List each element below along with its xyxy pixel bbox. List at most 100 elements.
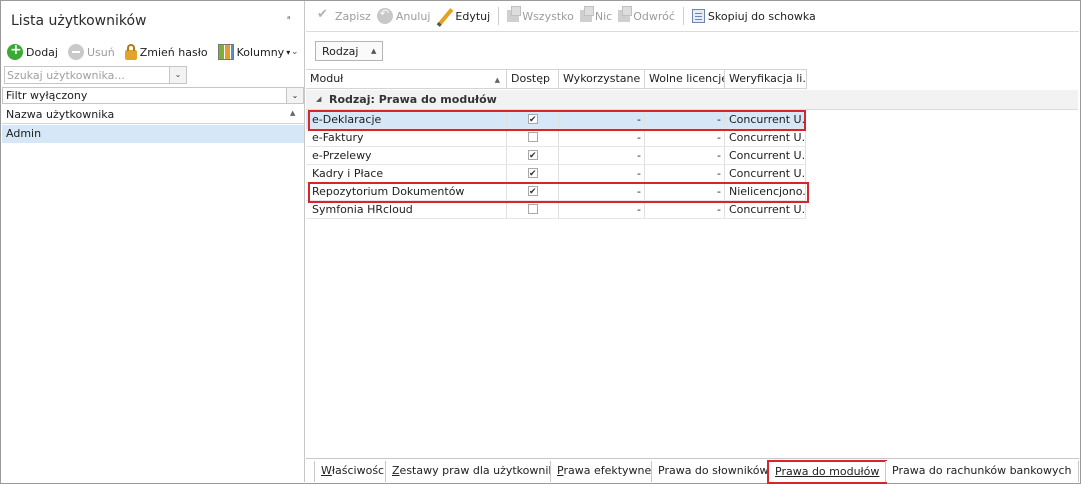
verification-cell: Nielicencjono... bbox=[725, 183, 806, 200]
module-cell: Symfonia HRcloud bbox=[306, 201, 507, 218]
invert-selection-button[interactable]: Odwróć bbox=[618, 6, 675, 23]
delete-user-button[interactable]: Usuń bbox=[67, 44, 115, 60]
change-password-button[interactable]: Zmień hasło bbox=[124, 44, 208, 60]
user-toolbar: Dodaj Usuń Zmień hasło Kolumny ▾ bbox=[7, 42, 300, 62]
used-cell: - bbox=[559, 183, 645, 200]
filter-select[interactable]: Filtr wyłączony ⌄ bbox=[2, 87, 304, 104]
module-cell: Kadry i Płace bbox=[306, 165, 507, 182]
module-cell: e-Deklaracje bbox=[306, 111, 507, 128]
select-all-button[interactable]: Wszystko bbox=[507, 6, 574, 23]
free-cell: - bbox=[645, 147, 725, 164]
column-header-module[interactable]: Moduł ▲ bbox=[306, 70, 507, 89]
verification-cell: Concurrent U... bbox=[725, 147, 806, 164]
used-cell: - bbox=[559, 147, 645, 164]
access-checkbox[interactable] bbox=[528, 148, 538, 164]
table-row[interactable]: e-Deklaracje - - Concurrent U... bbox=[306, 111, 806, 129]
minus-icon bbox=[67, 44, 84, 60]
cancel-button[interactable]: Anuluj bbox=[376, 7, 430, 24]
toolbar-separator bbox=[498, 7, 500, 25]
copy-to-clipboard-button[interactable]: Skopiuj do schowka bbox=[691, 9, 816, 23]
free-cell: - bbox=[645, 201, 725, 218]
access-cell[interactable] bbox=[507, 201, 559, 218]
tab-module-rights[interactable]: Prawa do modułów bbox=[767, 460, 888, 484]
bottom-tab-bar: Właściwości Zestawy praw dla użytkownika… bbox=[306, 458, 1079, 484]
tab-bank-account-rights[interactable]: Prawa do rachunków bankowych bbox=[885, 461, 1079, 482]
module-cell: e-Faktury bbox=[306, 129, 507, 146]
verification-cell: Concurrent U... bbox=[725, 129, 806, 146]
access-cell[interactable] bbox=[507, 129, 559, 146]
verification-cell: Concurrent U... bbox=[725, 201, 806, 218]
panel-title: Lista użytkowników bbox=[11, 13, 147, 29]
user-row-selected[interactable]: Admin bbox=[2, 125, 304, 143]
pin-icon[interactable]: ᵃ bbox=[287, 15, 291, 25]
table-row[interactable]: Kadry i Płace - - Concurrent U... bbox=[306, 165, 806, 183]
tab-effective-rights[interactable]: Prawa efektywne bbox=[550, 461, 659, 482]
column-header-access[interactable]: Dostęp bbox=[507, 70, 559, 89]
pencil-icon bbox=[436, 8, 452, 24]
sort-asc-icon: ▲ bbox=[290, 109, 296, 117]
select-none-icon bbox=[579, 6, 594, 22]
used-cell: - bbox=[559, 165, 645, 182]
clipboard-icon bbox=[691, 9, 705, 23]
username-column-header[interactable]: Nazwa użytkownika ▲ bbox=[2, 106, 304, 124]
chevron-down-icon[interactable]: ⌄ bbox=[291, 47, 299, 57]
used-cell: - bbox=[559, 111, 645, 128]
table-row[interactable]: e-Faktury - - Concurrent U... bbox=[306, 129, 806, 147]
select-none-button[interactable]: Nic bbox=[579, 6, 612, 23]
access-checkbox[interactable] bbox=[528, 166, 538, 182]
rights-panel: Zapisz Anuluj Edytuj Wszystko Nic Odwróć… bbox=[306, 1, 1079, 484]
check-icon bbox=[316, 7, 332, 24]
save-button[interactable]: Zapisz bbox=[316, 7, 371, 24]
undo-icon bbox=[376, 7, 393, 24]
free-cell: - bbox=[645, 165, 725, 182]
collapse-triangle-icon[interactable]: ◢ bbox=[316, 95, 321, 103]
table-row[interactable]: Repozytorium Dokumentów - - Nielicencjon… bbox=[306, 183, 806, 201]
table-row[interactable]: e-Przelewy - - Concurrent U... bbox=[306, 147, 806, 165]
access-checkbox[interactable] bbox=[528, 132, 538, 142]
columns-button[interactable]: Kolumny ▾ bbox=[217, 44, 291, 60]
filter-dropdown-button[interactable]: ⌄ bbox=[286, 88, 303, 103]
columns-icon bbox=[217, 44, 234, 60]
edit-button[interactable]: Edytuj bbox=[436, 8, 490, 24]
used-cell: - bbox=[559, 201, 645, 218]
used-cell: - bbox=[559, 129, 645, 146]
rights-toolbar: Zapisz Anuluj Edytuj Wszystko Nic Odwróć… bbox=[306, 1, 1079, 32]
access-checkbox[interactable] bbox=[528, 112, 538, 128]
column-header-free-licenses[interactable]: Wolne licencje bbox=[645, 70, 725, 89]
caret-down-icon: ▾ bbox=[286, 47, 291, 57]
column-header-used[interactable]: Wykorzystane ... bbox=[559, 70, 645, 89]
user-search-input[interactable]: Szukaj użytkownika... ⌄ bbox=[4, 66, 187, 84]
plus-icon bbox=[7, 42, 23, 60]
group-by-chip[interactable]: Rodzaj ▲ bbox=[315, 41, 383, 61]
access-cell[interactable] bbox=[507, 147, 559, 164]
table-row[interactable]: Symfonia HRcloud - - Concurrent U... bbox=[306, 201, 806, 219]
free-cell: - bbox=[645, 129, 725, 146]
grid-header: Moduł ▲ Dostęp Wykorzystane ... Wolne li… bbox=[306, 69, 807, 89]
access-cell[interactable] bbox=[507, 183, 559, 200]
access-cell[interactable] bbox=[507, 165, 559, 182]
user-list-panel: Lista użytkowników ᵃ Dodaj Usuń Zmień ha… bbox=[1, 1, 305, 482]
access-cell[interactable] bbox=[507, 111, 559, 128]
invert-icon bbox=[618, 6, 633, 22]
select-all-icon bbox=[507, 6, 522, 22]
access-checkbox[interactable] bbox=[528, 184, 538, 200]
column-header-verification[interactable]: Weryfikacja li... bbox=[725, 70, 807, 89]
group-row[interactable]: ◢ Rodzaj: Prawa do modułów bbox=[306, 90, 1078, 110]
tab-rights-sets[interactable]: Zestawy praw dla użytkownika bbox=[385, 461, 569, 482]
toolbar-separator bbox=[682, 7, 684, 25]
free-cell: - bbox=[645, 111, 725, 128]
group-by-panel: Rodzaj ▲ bbox=[306, 33, 1079, 69]
search-dropdown-button[interactable]: ⌄ bbox=[169, 67, 186, 83]
verification-cell: Concurrent U... bbox=[725, 111, 806, 128]
tab-dictionary-rights[interactable]: Prawa do słowników bbox=[651, 461, 776, 482]
add-user-button[interactable]: Dodaj bbox=[7, 42, 58, 60]
tab-properties[interactable]: Właściwości bbox=[314, 461, 395, 482]
sort-asc-icon: ▲ bbox=[371, 47, 377, 55]
lock-icon bbox=[124, 44, 137, 60]
module-cell: e-Przelewy bbox=[306, 147, 507, 164]
sort-asc-icon: ▲ bbox=[494, 76, 500, 84]
access-checkbox[interactable] bbox=[528, 204, 538, 214]
verification-cell: Concurrent U... bbox=[725, 165, 806, 182]
module-cell: Repozytorium Dokumentów bbox=[306, 183, 507, 200]
free-cell: - bbox=[645, 183, 725, 200]
